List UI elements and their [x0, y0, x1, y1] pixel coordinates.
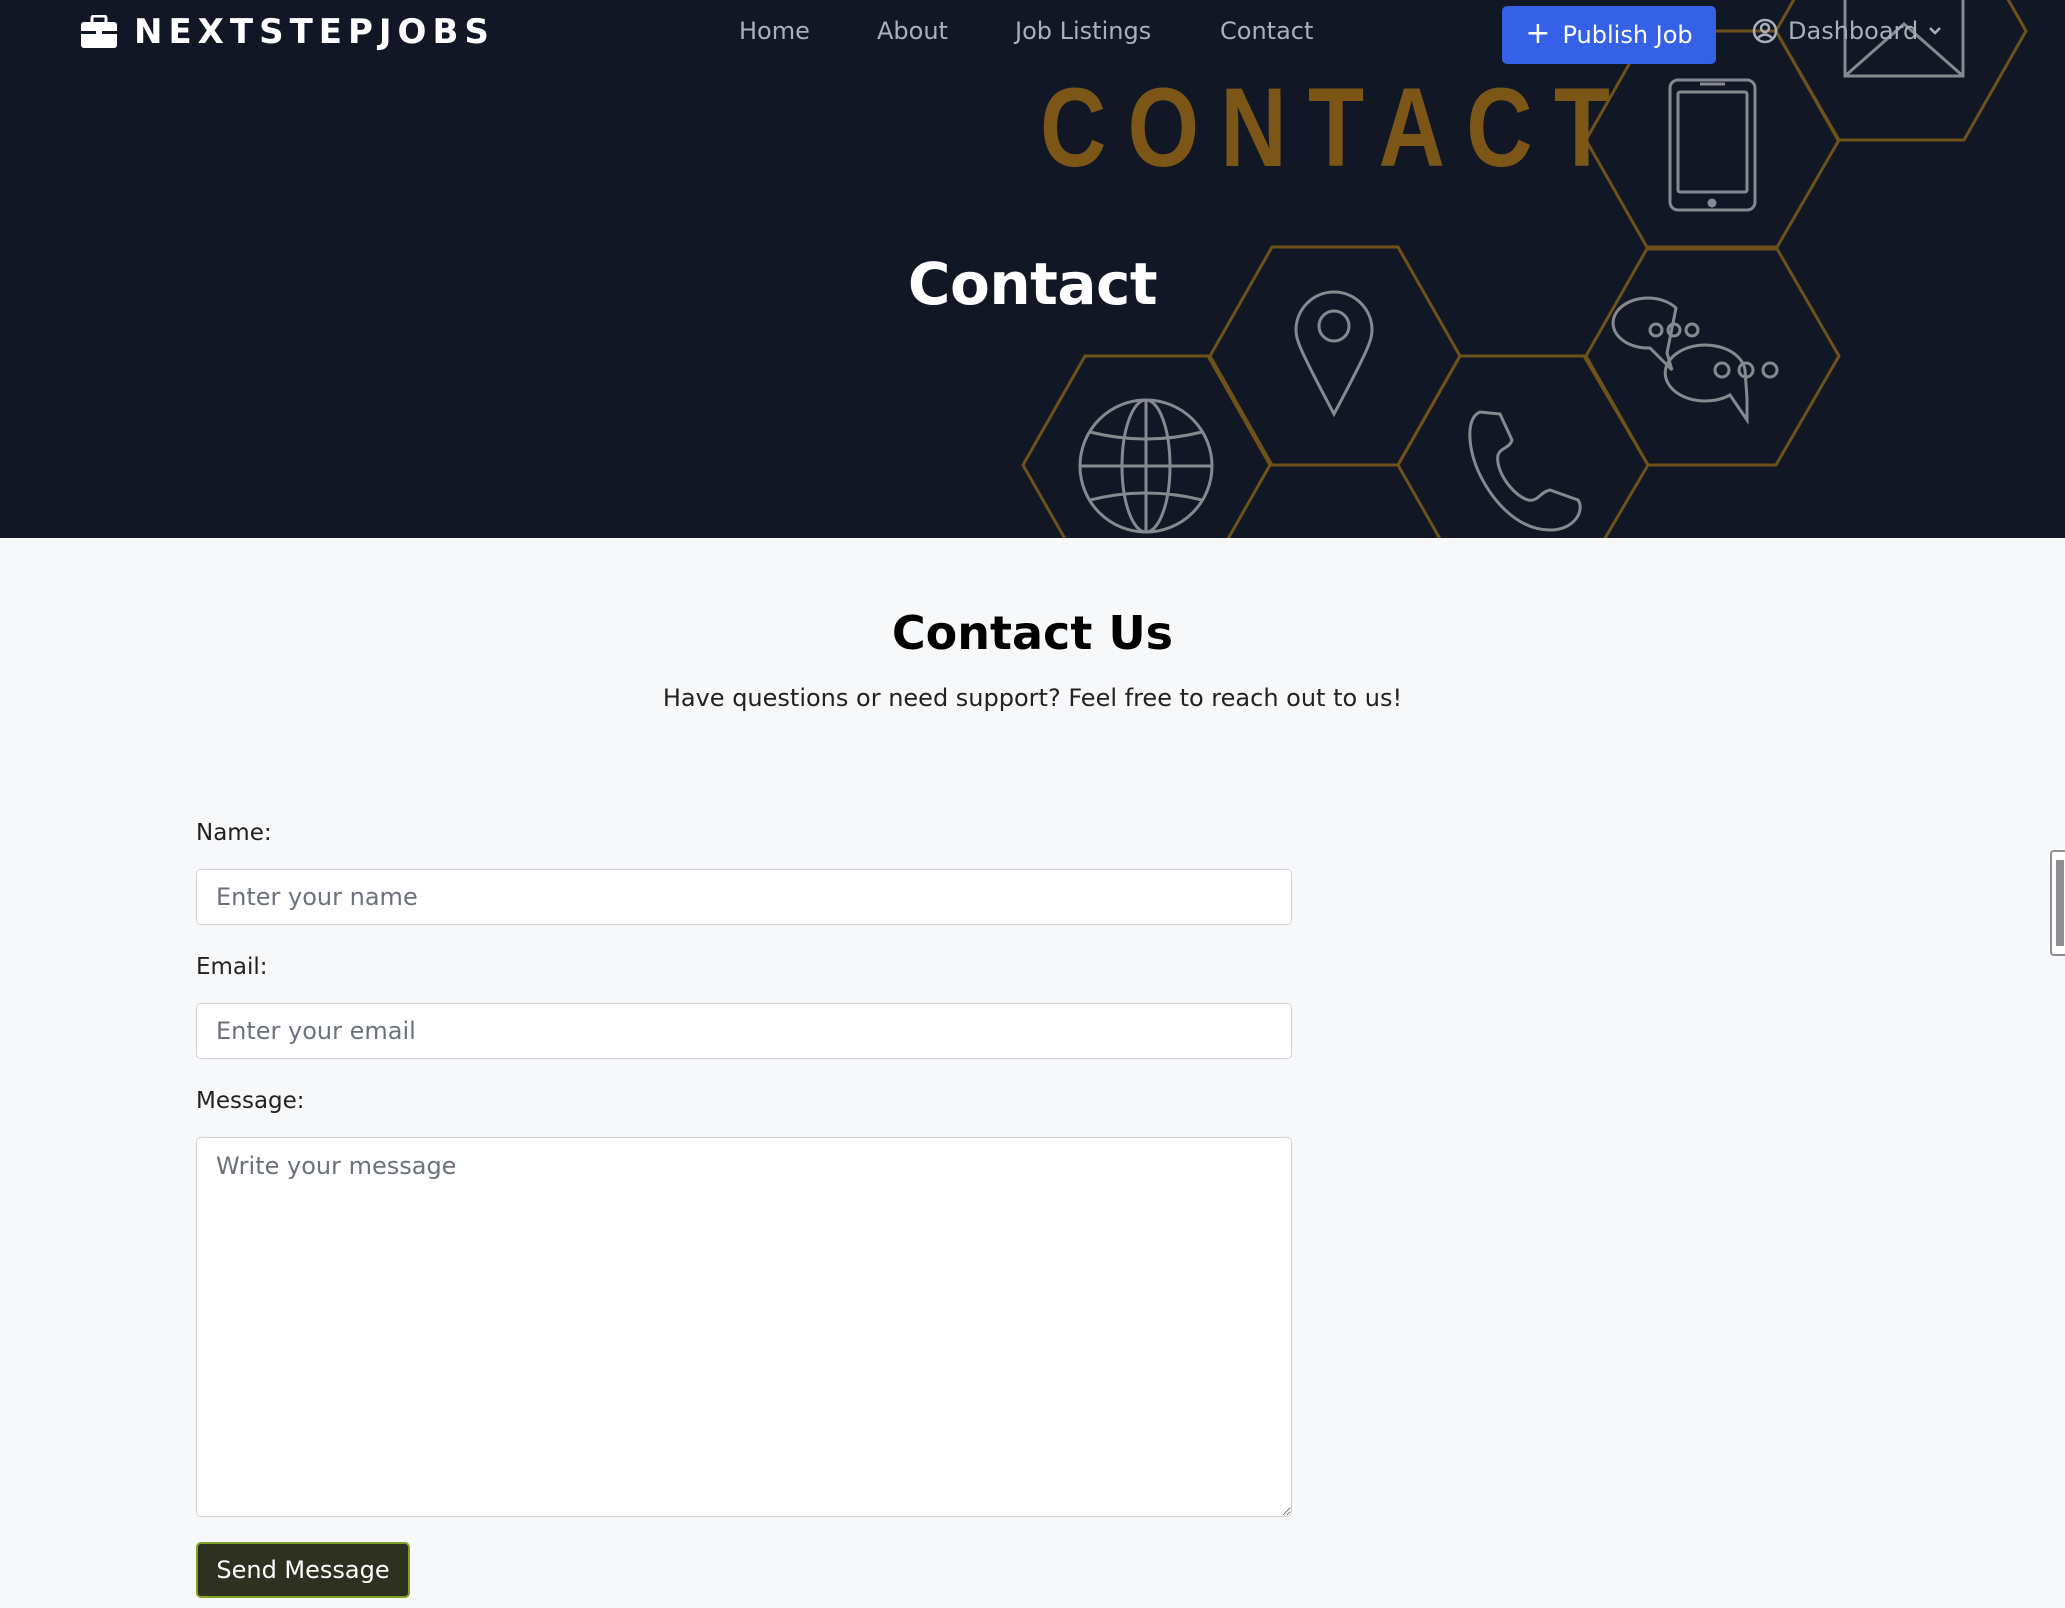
banner-word: CONTACT: [1040, 65, 1632, 190]
publish-job-label: Publish Job: [1562, 21, 1693, 49]
message-label: Message:: [196, 1088, 305, 1114]
top-navigation: NEXTSTEPJOBS Home About Job Listings Con…: [0, 0, 2065, 70]
plus-icon: +: [1525, 15, 1551, 51]
nav-link-home[interactable]: Home: [739, 17, 810, 45]
side-scroll-handle[interactable]: [2050, 850, 2065, 956]
brand-logo[interactable]: NEXTSTEPJOBS: [80, 12, 495, 52]
message-textarea[interactable]: [196, 1137, 1292, 1517]
phone-icon: [1468, 410, 1582, 532]
chevron-down-icon: [1929, 27, 1942, 35]
send-message-button[interactable]: Send Message: [196, 1542, 410, 1598]
dashboard-label: Dashboard: [1788, 17, 1919, 45]
user-circle-icon: [1752, 18, 1778, 44]
email-input[interactable]: [196, 1003, 1292, 1059]
tablet-icon: [1668, 78, 1757, 212]
nav-link-contact[interactable]: Contact: [1220, 17, 1313, 45]
name-label: Name:: [196, 820, 272, 846]
contact-section-subtitle: Have questions or need support? Feel fre…: [662, 684, 1403, 712]
nav-link-job-listings[interactable]: Job Listings: [1015, 17, 1151, 45]
brand-name: NEXTSTEPJOBS: [134, 12, 495, 52]
hero-banner: CONTACT Contact: [0, 0, 2065, 538]
page-title: Contact: [907, 250, 1158, 318]
name-input[interactable]: [196, 869, 1292, 925]
nav-link-about[interactable]: About: [877, 17, 948, 45]
contact-section-title: Contact Us: [891, 606, 1174, 660]
dashboard-dropdown[interactable]: Dashboard: [1752, 17, 1942, 45]
briefcase-icon: [81, 15, 117, 48]
publish-job-button[interactable]: + Publish Job: [1502, 6, 1716, 64]
globe-icon: [1078, 398, 1214, 534]
email-label: Email:: [196, 954, 268, 980]
